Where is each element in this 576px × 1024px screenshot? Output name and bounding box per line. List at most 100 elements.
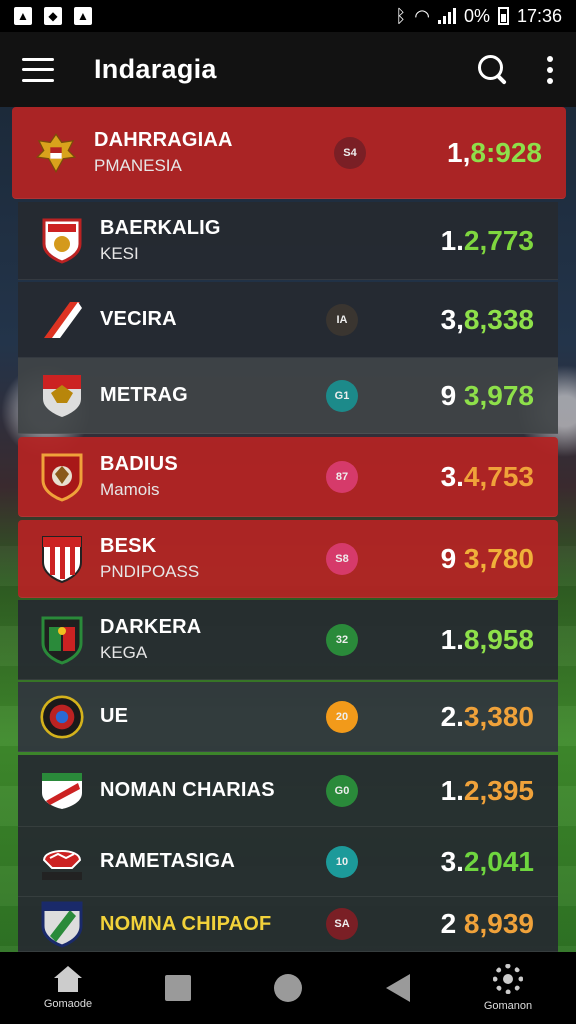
team-crest-icon	[40, 616, 84, 665]
team-score: 1.2,773	[358, 225, 558, 257]
team-names: UE	[100, 705, 326, 728]
score-value: 3,978	[463, 379, 534, 411]
team-name: BAERKALIG	[100, 217, 221, 239]
rank-badge: S4	[334, 136, 366, 169]
score-lead: 2.	[440, 700, 464, 732]
team-row[interactable]: BAERKALIG KESI 1.2,773	[18, 202, 558, 280]
team-row[interactable]: NOMNA CHIPAOF SA 2 8,939	[18, 897, 558, 952]
app-title: Indaragia	[94, 54, 217, 84]
nav-home[interactable]: Gomaode	[38, 966, 98, 1010]
team-names: NOMAN CHARIAS	[100, 779, 326, 802]
score-lead: 1.	[440, 623, 464, 655]
team-score: 2 8,939	[358, 908, 558, 940]
team-name: NOMNA CHIPAOF	[100, 912, 272, 935]
team-row[interactable]: METRAG G1 9 3,978	[18, 358, 558, 434]
team-subtitle: Mamois	[100, 480, 160, 499]
back-icon	[386, 974, 410, 1002]
team-name: RAMETASIGA	[100, 850, 235, 872]
score-value: 8:928	[470, 136, 542, 168]
team-names: VECIRA	[100, 308, 326, 331]
team-crest-icon	[34, 129, 78, 177]
rank-badge	[326, 225, 358, 257]
clock: 17:36	[516, 5, 562, 26]
home-button-icon	[274, 974, 302, 1002]
team-names: DAHRRAGIAA PMANESIA	[94, 129, 334, 176]
team-names: BESK PNDIPOASS	[100, 535, 326, 582]
team-names: NOMNA CHIPAOF	[100, 913, 326, 936]
team-crest-icon	[40, 767, 84, 815]
bluetooth-icon: ᛒ	[395, 5, 407, 26]
team-row[interactable]: RAMETASIGA 10 3.2,041	[18, 827, 558, 897]
more-options-icon[interactable]	[546, 55, 554, 84]
nav-back[interactable]	[368, 974, 428, 1002]
team-row[interactable]: BESK PNDIPOASS S8 9 3,780	[18, 520, 558, 598]
recents-icon	[165, 975, 191, 1001]
home-icon	[53, 966, 83, 992]
rank-badge: 10	[326, 845, 358, 878]
team-row[interactable]: BADIUS Mamois 87 3.4,753	[18, 437, 558, 517]
nav-home-button[interactable]	[258, 974, 318, 1002]
team-name: BADIUS	[100, 453, 178, 475]
app-bar: Indaragia	[0, 32, 576, 107]
menu-icon[interactable]	[22, 57, 54, 82]
score-value: 8,958	[463, 623, 534, 655]
battery-percent: 0%	[463, 5, 490, 26]
team-row[interactable]: DAHRRAGIAA PMANESIA S4 1,8:928	[12, 107, 566, 199]
gear-icon	[493, 964, 523, 994]
rank-badge: IA	[326, 303, 358, 336]
search-icon[interactable]	[476, 53, 510, 87]
team-row[interactable]: NOMAN CHARIAS G0 1.2,395	[18, 755, 558, 827]
team-crest-icon	[40, 296, 84, 344]
score-value: 3,380	[463, 700, 534, 732]
team-list: DAHRRAGIAA PMANESIA S4 1,8:928 BAERKALIG KESI…	[0, 107, 576, 952]
team-name: METRAG	[100, 384, 188, 406]
video-icon: ◆	[44, 7, 62, 25]
score-value: 8,338	[463, 303, 534, 335]
nav-settings[interactable]: Gomanon	[478, 964, 538, 1012]
score-lead: 3.	[440, 460, 464, 492]
team-name: VECIRA	[100, 308, 177, 330]
score-lead: 1,	[447, 136, 471, 168]
rank-badge: S8	[326, 542, 358, 575]
system-status: ᛒ ◠ 0% 17:36	[395, 6, 562, 27]
navigation-bar: Gomaode Gomanon	[0, 952, 576, 1024]
wifi-icon: ◠	[414, 5, 430, 26]
team-score: 1.2,395	[358, 775, 558, 807]
signal-icon	[437, 8, 456, 24]
rank-badge: 87	[326, 460, 358, 493]
team-name: UE	[100, 705, 129, 727]
team-subtitle: PNDIPOASS	[100, 562, 200, 581]
rank-badge: G1	[326, 379, 358, 412]
notification-icons: ▲ ◆ ▲	[14, 7, 92, 25]
team-score: 9 3,780	[358, 543, 558, 575]
team-row[interactable]: UE 20 2.3,380	[18, 682, 558, 752]
team-name: BESK	[100, 535, 157, 557]
team-name: DARKERA	[100, 616, 202, 638]
score-lead: 1.	[440, 224, 464, 256]
team-row[interactable]: VECIRA IA 3,8,338	[18, 282, 558, 358]
team-crest-icon	[40, 217, 84, 265]
nav-recents[interactable]	[148, 975, 208, 1001]
score-value: 3,780	[463, 542, 534, 574]
score-lead: 3.	[440, 845, 464, 877]
score-value: 4,753	[463, 460, 534, 492]
score-value: 2,041	[463, 845, 534, 877]
team-score: 9 3,978	[358, 380, 558, 412]
team-score: 3.2,041	[358, 846, 558, 878]
image-icon: ▲	[14, 7, 32, 25]
rank-badge: 32	[326, 623, 358, 656]
score-value: 2,773	[463, 224, 534, 256]
score-lead: 1.	[440, 774, 464, 806]
team-crest-icon	[40, 535, 84, 583]
rank-badge: 20	[326, 700, 358, 733]
score-value: 2,395	[463, 774, 534, 806]
score-lead: 9	[440, 542, 464, 574]
team-names: METRAG	[100, 384, 326, 407]
team-names: BAERKALIG KESI	[100, 217, 326, 264]
team-subtitle: KEGA	[100, 643, 148, 662]
team-crest-icon	[40, 693, 84, 741]
nav-settings-label: Gomanon	[483, 1000, 533, 1012]
team-row[interactable]: DARKERA KEGA 32 1.8,958	[18, 600, 558, 680]
photo-icon: ▲	[74, 7, 92, 25]
score-value: 8,939	[463, 908, 534, 939]
